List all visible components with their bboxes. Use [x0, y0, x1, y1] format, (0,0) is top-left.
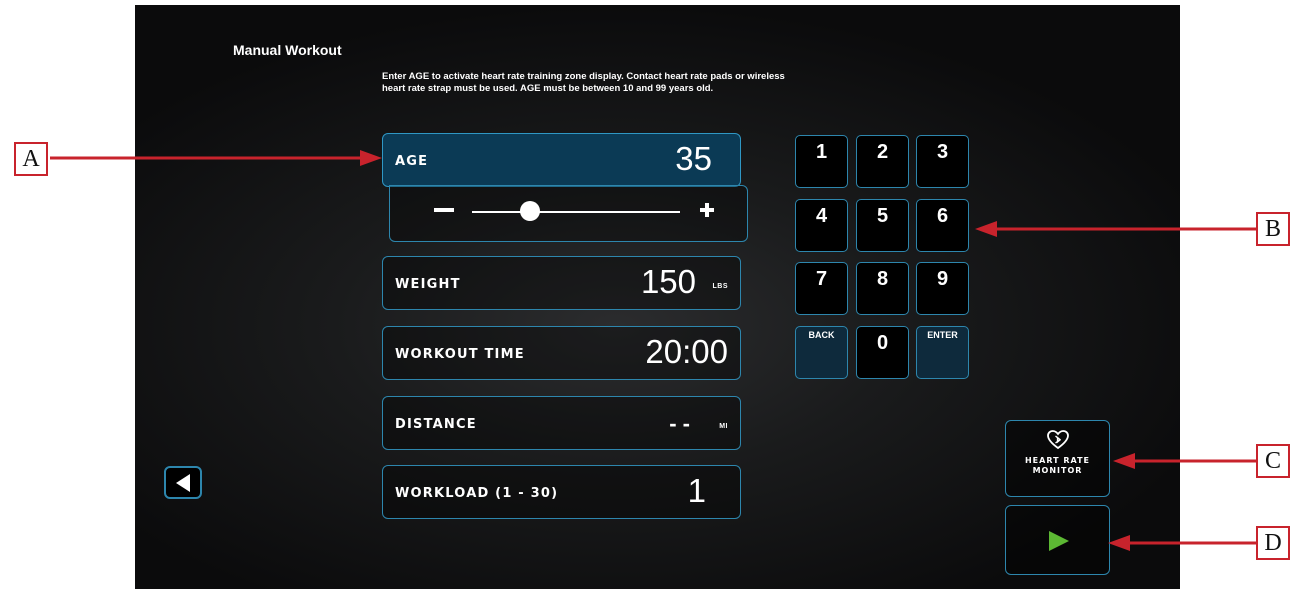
callout-arrowhead-c — [1113, 453, 1135, 469]
callout-label-d: D — [1256, 526, 1290, 560]
callout-arrows — [50, 150, 1256, 551]
callout-label-c: C — [1256, 444, 1290, 478]
callout-label-b: B — [1256, 212, 1290, 246]
callout-label-a: A — [14, 142, 48, 176]
callout-arrowhead-b — [975, 221, 997, 237]
callout-arrowhead-d — [1108, 535, 1130, 551]
callout-arrowhead-a — [360, 150, 382, 166]
